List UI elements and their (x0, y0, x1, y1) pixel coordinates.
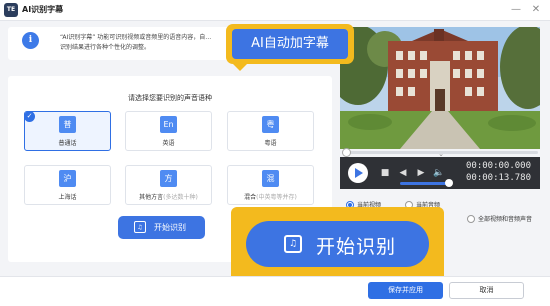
close-button[interactable]: ✕ (528, 2, 544, 18)
current-time: 00:00:00.000 (466, 161, 532, 171)
dialect-icon: 方 (160, 170, 177, 187)
start-recognition-callout: ♫ 开始识别 (231, 207, 444, 282)
language-option-english[interactable]: En 英语 (125, 111, 212, 151)
cantonese-icon: 粤 (262, 116, 279, 133)
volume-handle[interactable] (445, 179, 453, 187)
scope-all-media-radio[interactable]: 全部视频和音频声音 (467, 214, 532, 223)
info-text-line2: 识别结果进行各种个性化的调整。 (60, 44, 151, 51)
language-option-other-dialects[interactable]: 方 其他方言(多达数十种) (125, 165, 212, 205)
start-recognition-button[interactable]: ♫ 开始识别 (118, 216, 205, 239)
language-option-label: 混合(中英粤等并存) (244, 194, 297, 201)
audio-wave-icon: ♫ (284, 235, 302, 253)
minimize-button[interactable]: — (508, 2, 524, 18)
next-frame-icon[interactable]: ▶ (414, 166, 428, 180)
previous-frame-icon[interactable]: ◀ (396, 166, 410, 180)
language-option-label: 英语 (162, 140, 175, 147)
shanghainese-icon: 沪 (59, 170, 76, 187)
info-icon: i (22, 32, 39, 49)
language-option-label: 上海话 (58, 194, 77, 201)
start-recognition-large-button[interactable]: ♫ 开始识别 (246, 221, 429, 267)
title-bar: TE AI识别字幕 — ✕ (0, 0, 550, 21)
mixed-icon: 混 (262, 170, 279, 187)
language-option-label: 其他方言(多达数十种) (139, 194, 198, 201)
radio-icon (467, 214, 475, 223)
app-logo-icon: TE (4, 3, 18, 17)
window-title: AI识别字幕 (22, 5, 64, 14)
english-icon: En (160, 116, 177, 133)
language-option-cantonese[interactable]: 粤 粤语 (227, 111, 314, 151)
start-recognition-label: 开始识别 (154, 223, 186, 232)
ai-subtitle-callout-label: AI自动加字幕 (232, 29, 348, 59)
volume-slider[interactable] (400, 179, 453, 187)
language-option-mandarin[interactable]: ✓ 普 普通话 (24, 111, 111, 151)
callout-arrow (233, 64, 247, 71)
volume-icon[interactable]: 🔈 (432, 166, 446, 180)
seek-handle[interactable] (342, 148, 351, 157)
language-option-label: 普通话 (58, 140, 77, 147)
language-option-mixed[interactable]: 混 混合(中英粤等并存) (227, 165, 314, 205)
start-recognition-large-label: 开始识别 (316, 236, 397, 258)
video-preview (340, 27, 540, 149)
audio-wave-icon: ♫ (134, 221, 146, 233)
radio-label: 全部视频和音频声音 (478, 216, 533, 223)
cancel-button[interactable]: 取消 (449, 282, 524, 299)
mandarin-icon: 普 (59, 116, 76, 133)
ai-subtitle-callout: AI自动加字幕 (226, 24, 354, 71)
language-option-label: 粤语 (264, 140, 277, 147)
check-icon: ✓ (24, 111, 35, 122)
play-icon[interactable] (348, 163, 368, 183)
language-option-shanghainese[interactable]: 沪 上海话 (24, 165, 111, 205)
ai-subtitle-window: TE AI识别字幕 — ✕ i “AI识别字幕” 功能可识别视频或音频里的语音内… (0, 0, 550, 306)
info-text-line1: “AI识别字幕” 功能可识别视频或音频里的语音内容，自… (60, 34, 212, 41)
language-panel-title: 请选择您要识别的声音语种 (128, 94, 212, 102)
save-apply-button[interactable]: 保存并应用 (368, 282, 443, 299)
total-time: 00:00:13.780 (466, 173, 532, 183)
stop-icon[interactable]: ■ (378, 166, 392, 180)
